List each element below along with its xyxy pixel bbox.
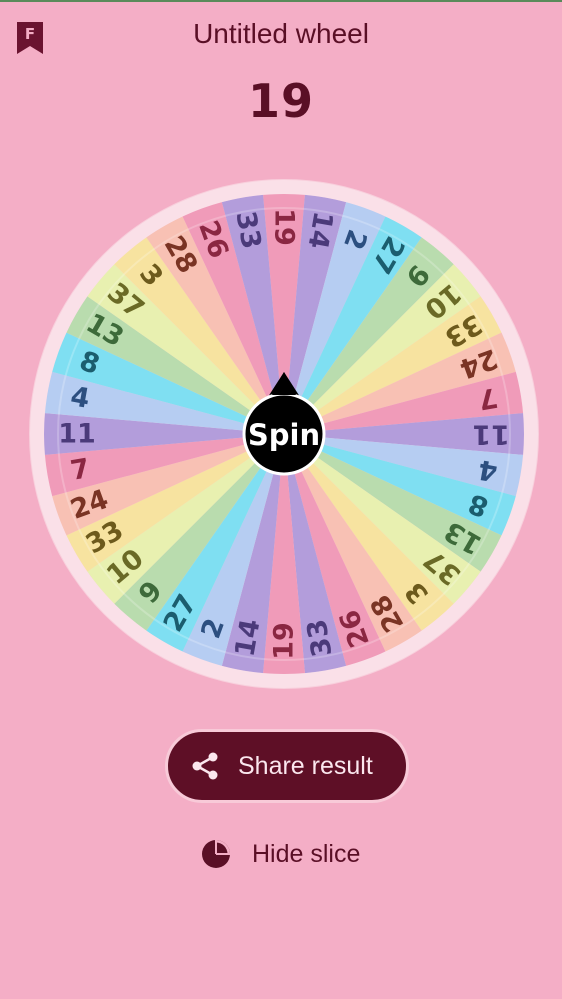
wheel-slice-label: 33 [230,209,267,251]
hide-slice-label: Hide slice [252,839,361,868]
spin-label: Spin [248,418,320,452]
hide-slice-button[interactable]: Hide slice [200,836,360,872]
share-icon [192,752,218,780]
wheel-title[interactable]: Untitled wheel [0,18,562,50]
spin-result: 19 [247,74,314,128]
wheel-slice-label: 14 [301,209,338,251]
wheel-slice-label: 14 [230,617,267,659]
status-divider [0,0,562,2]
wheel-slice-label: 11 [472,419,510,450]
wheel-slice-label: 11 [58,419,96,450]
wheel-slice-label: 19 [269,622,300,660]
share-result-label: Share result [238,751,373,780]
wheel-slice-label: 33 [301,617,338,659]
spin-wheel[interactable]: 19 14 2 27 9 10 33 24 7 11 4 8 13 37 3 28 26 33 19 14 2 27 9 10… [28,178,540,690]
wheel-slice-label: 19 [269,208,300,246]
pie-chart-icon [202,840,230,868]
share-result-button[interactable]: Share result [165,729,409,803]
